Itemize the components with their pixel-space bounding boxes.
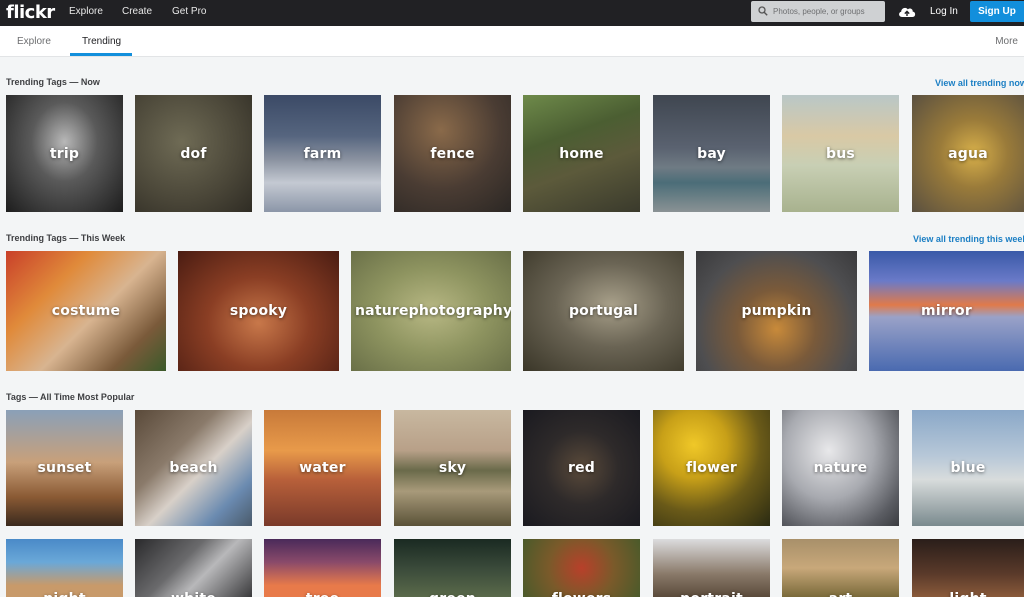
nav-create[interactable]: Create [122,6,152,17]
tag-label: portugal [568,303,639,319]
tag-label: costume [51,303,121,319]
tab-explore[interactable]: Explore [17,36,51,47]
tag-label: bay [697,145,726,162]
search-icon [758,6,768,16]
section-title-all-time-popular: Tags — All Time Most Popular [6,392,135,402]
tag-label: mirror [921,303,972,319]
tag-label: water [299,460,346,476]
top-navigation-bar: flickr Explore Create Get Pro Log In Sig… [0,0,1024,26]
tag-tile-portugal[interactable]: portugal [523,251,684,371]
tag-tile-costume[interactable]: costume [6,251,166,371]
tag-tile-agua[interactable]: agua [912,95,1024,212]
tab-trending[interactable]: Trending [82,36,121,47]
tag-label: night [6,591,123,597]
tag-tile-sky[interactable]: sky [394,410,511,526]
tag-label: nature [813,460,868,476]
tag-tile-bay[interactable]: bay [653,95,770,212]
tag-label: tree [264,591,381,597]
more-menu[interactable]: More [995,36,1018,47]
tag-tile-farm[interactable]: farm [264,95,381,212]
tag-label: home [559,145,604,162]
tag-tile-flowers[interactable]: flowers [523,539,640,597]
tag-label: green [394,591,511,597]
view-all-trending-this-week-link[interactable]: View all trending this week [913,234,1024,244]
tag-tile-blue[interactable]: blue [912,410,1024,526]
tag-label: sunset [37,460,92,476]
cloud-upload-icon[interactable] [897,3,917,19]
tag-label: flower [685,460,738,476]
tag-label: fence [430,145,475,162]
tag-tile-white[interactable]: white [135,539,252,597]
tag-label: art [782,591,899,597]
tag-tile-art[interactable]: art [782,539,899,597]
tag-label: white [135,591,252,597]
tag-tile-trip[interactable]: trip [6,95,123,212]
tag-tile-bus[interactable]: bus [782,95,899,212]
tag-label: trip [49,145,80,162]
tag-tile-home[interactable]: home [523,95,640,212]
tag-tile-nature[interactable]: nature [782,410,899,526]
tag-label: spooky [229,303,288,319]
section-title-trending-this-week: Trending Tags — This Week [6,233,126,243]
tag-tile-red[interactable]: red [523,410,640,526]
sub-navigation: Explore Trending More [0,26,1024,57]
view-all-trending-now-link[interactable]: View all trending now [935,78,1024,88]
tag-tile-tree[interactable]: tree [264,539,381,597]
tag-tile-dof[interactable]: dof [135,95,252,212]
tag-label: light [912,591,1024,597]
tag-tile-portrait[interactable]: portrait [653,539,770,597]
tag-tile-water[interactable]: water [264,410,381,526]
tag-label: agua [948,145,988,162]
tag-label: red [567,460,596,476]
search-input[interactable] [773,4,881,19]
section-title-trending-now: Trending Tags — Now [6,77,100,87]
tag-tile-beach[interactable]: beach [135,410,252,526]
tag-label: bus [826,145,855,162]
tag-tile-green[interactable]: green [394,539,511,597]
tag-label: portrait [653,591,770,597]
tag-label: naturephotography [355,303,511,319]
login-link[interactable]: Log In [930,6,958,17]
nav-get-pro[interactable]: Get Pro [172,6,206,17]
tag-label: dof [180,145,207,162]
tag-label: pumpkin [741,303,812,319]
tag-tile-night[interactable]: night [6,539,123,597]
flickr-logo[interactable]: flickr [6,2,55,23]
tag-tile-pumpkin[interactable]: pumpkin [696,251,857,371]
tag-tile-flower[interactable]: flower [653,410,770,526]
tag-label: beach [169,460,218,476]
tag-tile-sunset[interactable]: sunset [6,410,123,526]
tag-tile-naturephotography[interactable]: naturephotography [351,251,511,371]
tag-label: flowers [523,591,640,597]
tag-tile-light[interactable]: light [912,539,1024,597]
search-box[interactable] [751,1,885,22]
tag-label: sky [438,460,467,476]
tag-tile-spooky[interactable]: spooky [178,251,339,371]
signup-button[interactable]: Sign Up [970,1,1024,22]
tag-label: blue [950,460,986,476]
tag-label: farm [303,145,342,162]
tag-tile-fence[interactable]: fence [394,95,511,212]
active-tab-indicator [70,53,132,56]
tag-tile-mirror[interactable]: mirror [869,251,1024,371]
nav-explore[interactable]: Explore [69,6,103,17]
